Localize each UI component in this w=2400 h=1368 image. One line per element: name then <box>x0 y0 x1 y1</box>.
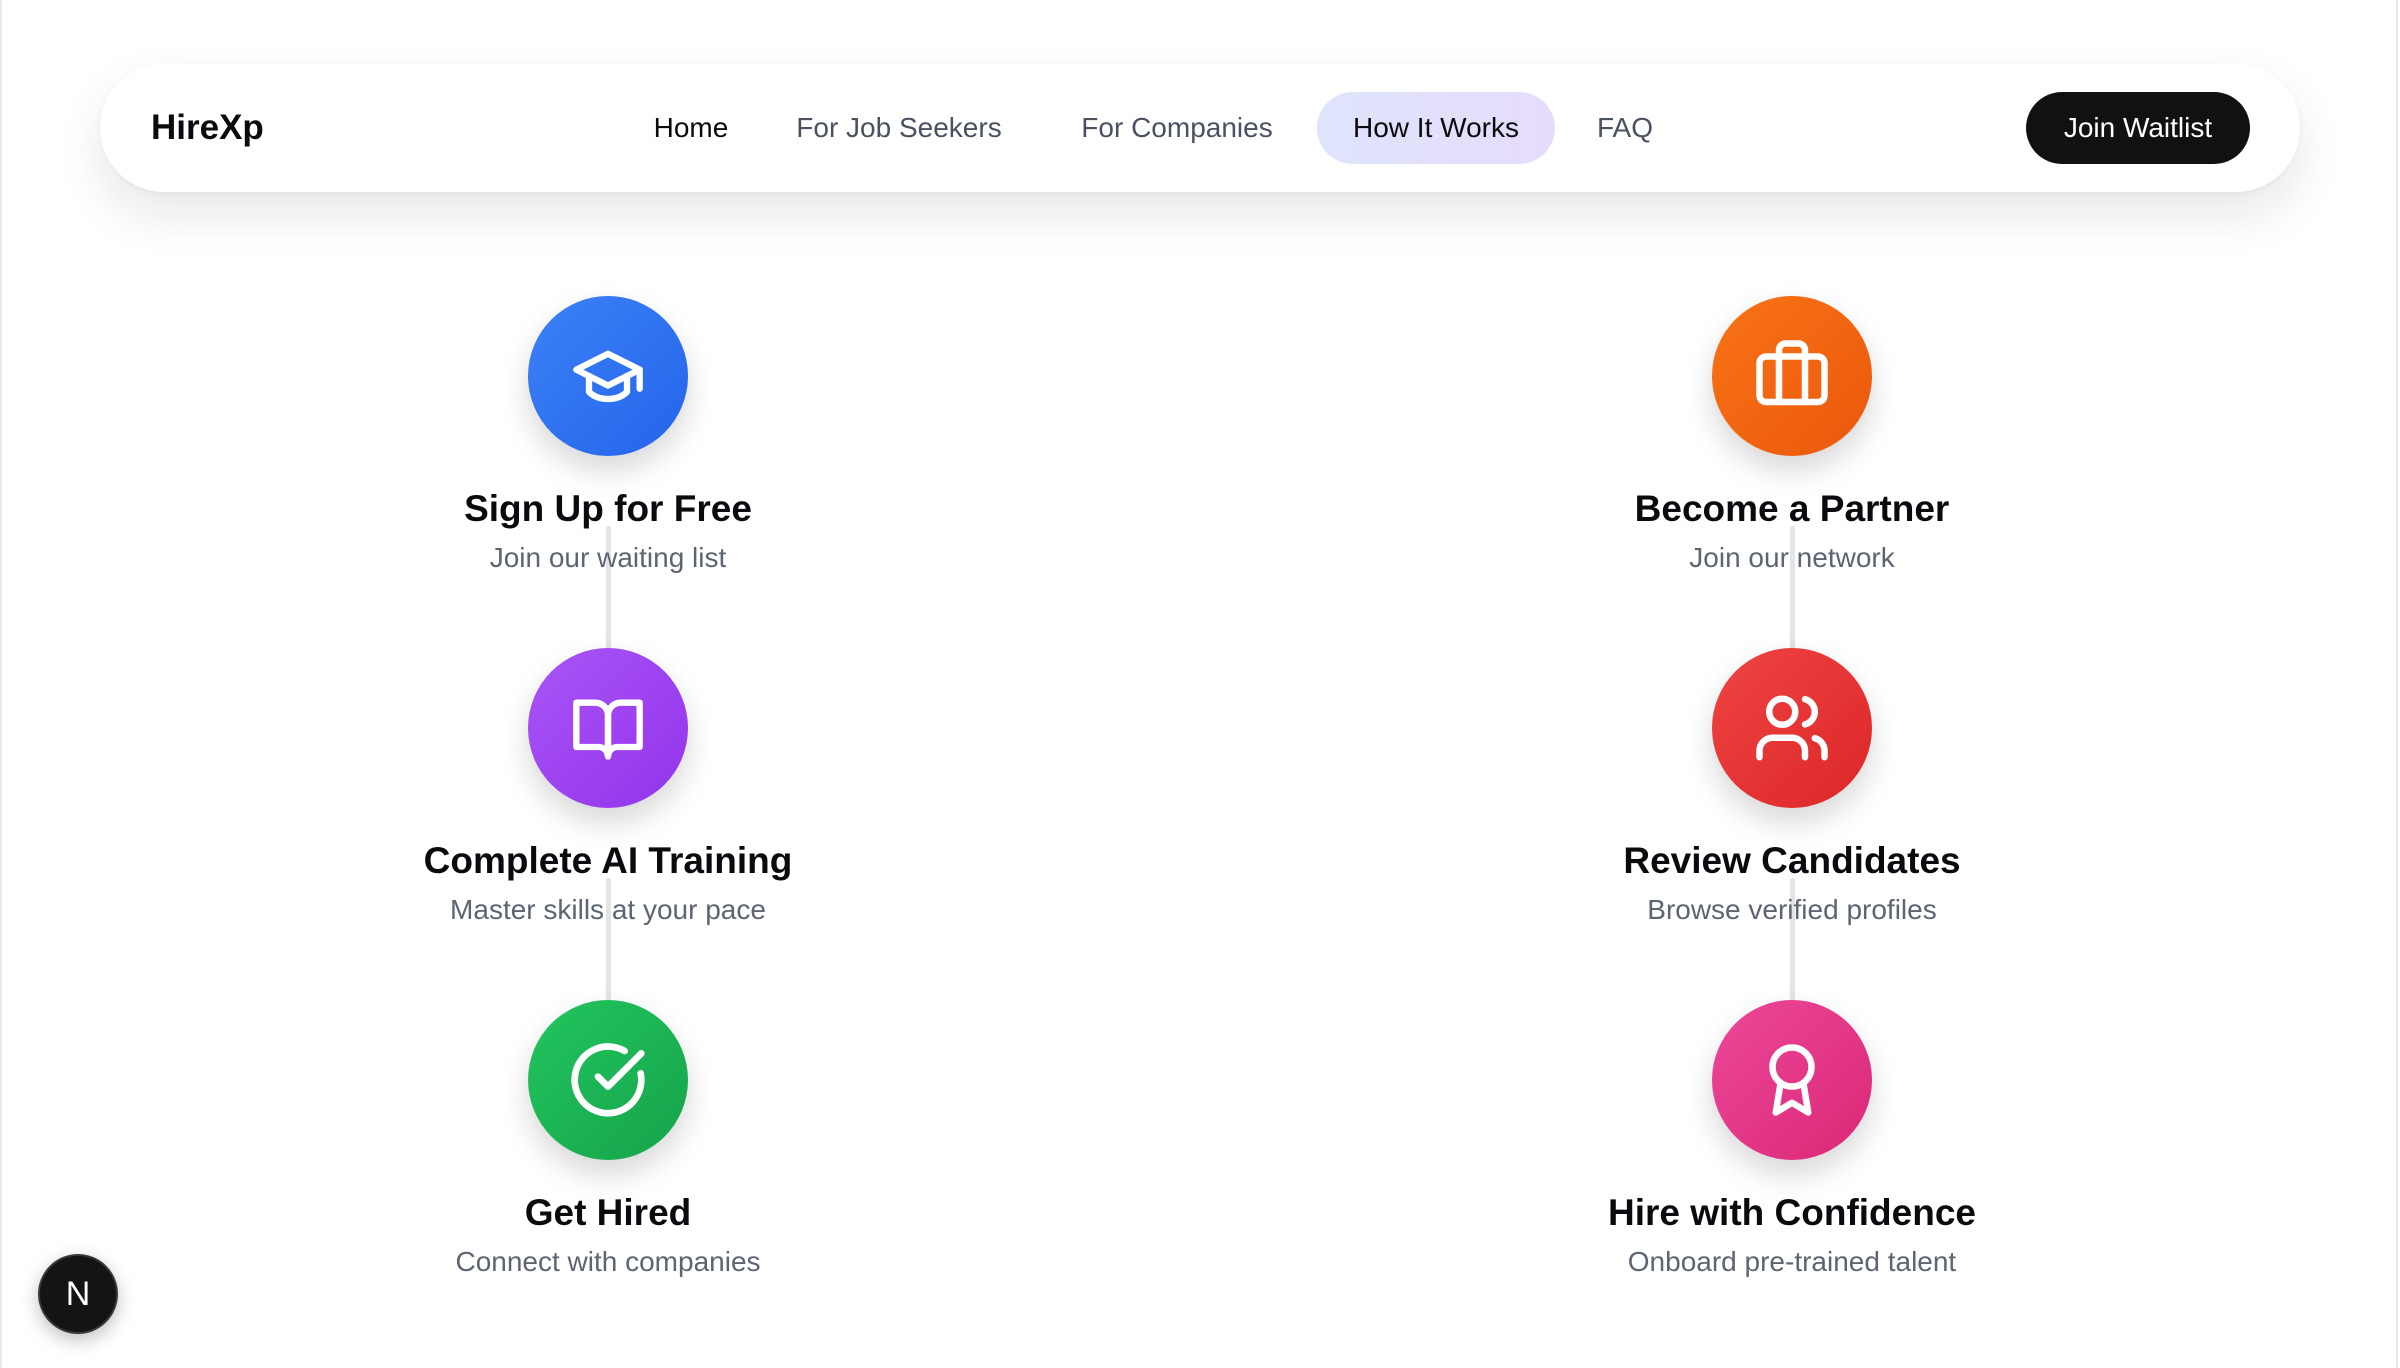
step-title: Hire with Confidence <box>1608 1192 1976 1233</box>
top-navbar: HireXp Home For Job Seekers For Companie… <box>100 64 2300 192</box>
nav-for-job-seekers[interactable]: For Job Seekers <box>774 92 1024 164</box>
step-description: Browse verified profiles <box>1647 894 1937 925</box>
users-icon <box>1712 648 1872 808</box>
check-circle-icon <box>528 1000 688 1160</box>
step-description: Join our waiting list <box>489 542 727 573</box>
award-icon <box>1712 1000 1872 1160</box>
step-title: Get Hired <box>524 1192 692 1233</box>
step-title: Complete AI Training <box>423 840 793 881</box>
graduation-cap-icon <box>528 296 688 456</box>
main-nav: Home For Job Seekers For Companies How I… <box>100 64 2300 192</box>
step-title: Become a Partner <box>1634 488 1950 529</box>
step-description: Join our network <box>1689 542 1895 573</box>
nav-home[interactable]: Home <box>617 92 765 164</box>
page-right-border <box>2396 0 2398 1368</box>
join-waitlist-button[interactable]: Join Waitlist <box>2026 92 2250 164</box>
step-description: Master skills at your pace <box>450 894 766 925</box>
step-description: Connect with companies <box>455 1246 761 1277</box>
nav-faq[interactable]: FAQ <box>1575 92 1675 164</box>
nav-how-it-works[interactable]: How It Works <box>1317 92 1555 164</box>
step-title: Review Candidates <box>1623 840 1961 881</box>
briefcase-icon <box>1712 296 1872 456</box>
nav-for-companies[interactable]: For Companies <box>1052 92 1302 164</box>
step-title: Sign Up for Free <box>464 488 752 529</box>
page-left-border <box>0 0 2 1368</box>
step-description: Onboard pre-trained talent <box>1627 1246 1957 1277</box>
nextjs-dev-badge[interactable]: N <box>38 1254 118 1334</box>
book-open-icon <box>528 648 688 808</box>
